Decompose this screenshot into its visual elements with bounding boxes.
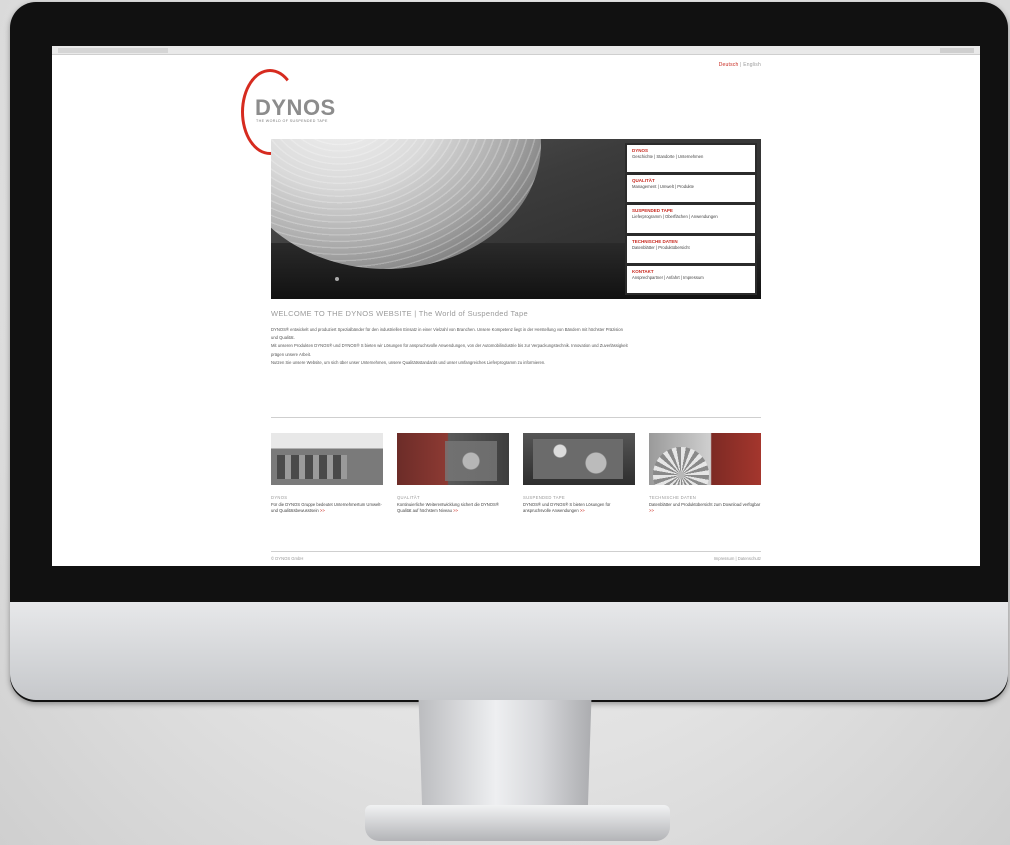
footer-divider	[271, 551, 761, 552]
intro-paragraph: Mit unseren Produkten DYNOS® und DYNOS® …	[271, 343, 628, 357]
teaser-title: TECHNISCHE DATEN	[649, 495, 697, 500]
language-separator: |	[740, 62, 742, 68]
logo-tagline: THE WORLD OF SUSPENDED TAPE	[256, 119, 328, 123]
hero-nav-item-dynos[interactable]: DYNOS Geschichte | Standorte | Unternehm…	[627, 145, 755, 173]
logo-wordmark: DYNOS	[255, 95, 336, 120]
teaser-body: Datenblätter und Produktübersicht zum Do…	[649, 502, 761, 507]
hero-nav-subtitle: Ansprechpartner | Anfahrt | Impressum	[632, 274, 704, 280]
teaser-image[interactable]	[271, 433, 383, 485]
monitor-stand-neck	[418, 700, 592, 810]
intro-heading: WELCOME TO THE DYNOS WEBSITE | The World…	[271, 309, 528, 318]
teaser-dynos[interactable]: DYNOS Für die DYNOS Gruppe bedeutet Unte…	[271, 433, 383, 515]
browser-address-bar[interactable]	[58, 47, 168, 53]
hero-nav-subtitle: Geschichte | Standorte | Unternehmen	[632, 154, 704, 159]
teaser-body: Kontinuierliche Weiterentwicklung sicher…	[397, 502, 499, 514]
teaser-suspended-tape[interactable]: SUSPENDED TAPE DYNOS® und DYNOS® S biete…	[523, 433, 635, 515]
intro-paragraph: DYNOS® entwickelt und produziert Spezial…	[271, 327, 623, 341]
teaser-row: DYNOS Für die DYNOS Gruppe bedeutet Unte…	[271, 433, 761, 515]
teaser-text: Kontinuierliche Weiterentwicklung sicher…	[397, 502, 509, 515]
teaser-image[interactable]	[649, 433, 761, 485]
teaser-quality[interactable]: QUALITÄT Kontinuierliche Weiterentwicklu…	[397, 433, 509, 515]
section-divider	[271, 417, 761, 418]
monitor-stand-foot	[365, 805, 670, 841]
intro-paragraph: Nutzen Sie unsere Website, um sich über …	[271, 359, 546, 365]
teaser-title: SUSPENDED TAPE	[523, 495, 565, 500]
teaser-technical-data[interactable]: TECHNISCHE DATEN Datenblätter und Produk…	[649, 433, 761, 515]
teaser-text: DYNOS® und DYNOS® S bieten Lösungen für …	[523, 502, 635, 515]
browser-toolbar	[52, 46, 980, 55]
teaser-image[interactable]	[397, 433, 509, 485]
hero-nav-subtitle: Lieferprogramm | Oberflächen | Anwendung…	[632, 214, 718, 220]
footer-links[interactable]: Impressum | Datenschutz	[714, 556, 761, 561]
hero-nav-subtitle: Management | Umwelt | Produkte	[632, 184, 694, 190]
monitor-screen: Deutsch | English DYNOS THE WORLD OF SUS…	[52, 46, 980, 566]
language-de-link[interactable]: Deutsch	[719, 62, 739, 68]
teaser-body: Für die DYNOS Gruppe bedeutet Unternehme…	[271, 502, 382, 514]
teaser-text: Datenblätter und Produktübersicht zum Do…	[649, 502, 761, 515]
teaser-body: DYNOS® und DYNOS® S bieten Lösungen für …	[523, 502, 611, 514]
browser-window-controls[interactable]	[940, 47, 974, 53]
hero-nav-item-contact[interactable]: KONTAKT Ansprechpartner | Anfahrt | Impr…	[627, 265, 755, 294]
teaser-more-link[interactable]: >>	[453, 508, 458, 513]
hero-banner: DYNOS Geschichte | Standorte | Unternehm…	[271, 139, 761, 299]
teaser-title: DYNOS	[271, 495, 288, 500]
teaser-image[interactable]	[523, 433, 635, 485]
hero-nav-item-suspended-tape[interactable]: SUSPENDED TAPE Lieferprogramm | Oberfläc…	[627, 205, 755, 233]
hero-slide-indicator[interactable]	[335, 277, 339, 281]
hero-nav-subtitle: Datenblätter | Produktübersicht	[632, 244, 690, 250]
teaser-text: Für die DYNOS Gruppe bedeutet Unternehme…	[271, 502, 383, 515]
teaser-more-link[interactable]: >>	[649, 508, 654, 513]
hero-navigation: DYNOS Geschichte | Standorte | Unternehm…	[625, 143, 757, 295]
monitor-chin	[10, 602, 1008, 700]
footer-copyright: © DYNOS GmbH	[271, 556, 304, 561]
hero-nav-item-quality[interactable]: QUALITÄT Management | Umwelt | Produkte	[627, 175, 755, 203]
teaser-more-link[interactable]: >>	[580, 508, 585, 513]
intro-section: WELCOME TO THE DYNOS WEBSITE | The World…	[271, 309, 761, 367]
language-en-link[interactable]: English	[743, 62, 761, 68]
teaser-more-link[interactable]: >>	[320, 508, 325, 513]
teaser-title: QUALITÄT	[397, 495, 420, 500]
language-switch: Deutsch | English	[719, 62, 761, 68]
hero-nav-item-technical-data[interactable]: TECHNISCHE DATEN Datenblätter | Produktü…	[627, 235, 755, 263]
